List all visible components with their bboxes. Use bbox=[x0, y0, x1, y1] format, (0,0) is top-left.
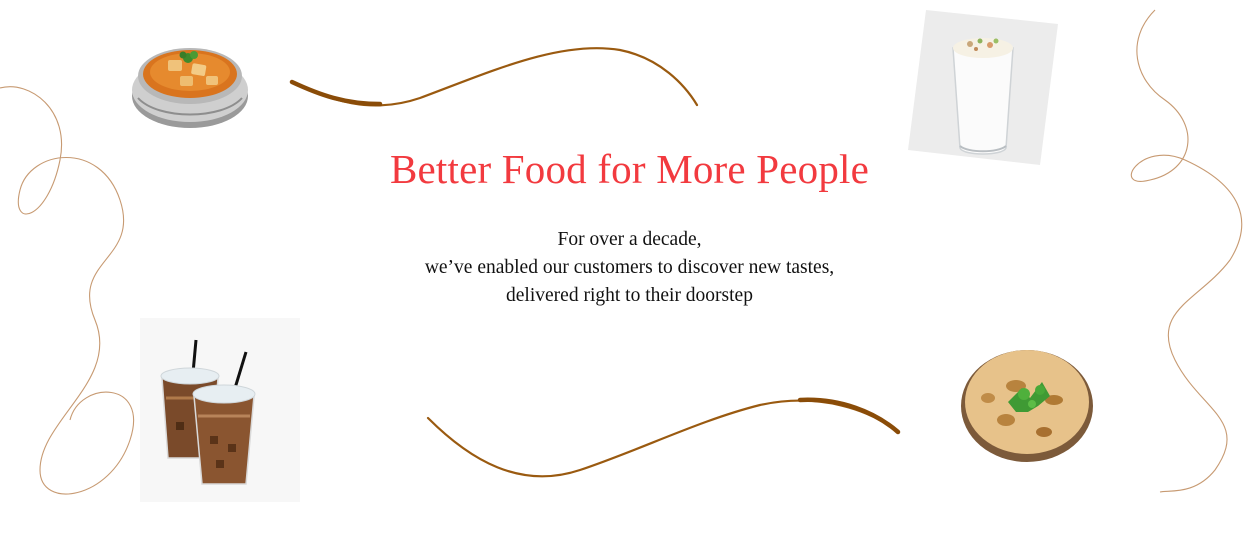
tagline-line-1: For over a decade, bbox=[557, 229, 702, 250]
iced-coffee-cups-image bbox=[140, 318, 300, 502]
hero-tagline: For over a decade, we’ve enabled our cus… bbox=[0, 226, 1259, 310]
paratha-plate-image bbox=[961, 350, 1093, 462]
top-brush-curve bbox=[290, 47, 699, 107]
hero-section: Better Food for More People For over a d… bbox=[0, 0, 1259, 556]
lassi-glass-image bbox=[908, 10, 1058, 165]
paneer-curry-bowl-image bbox=[132, 48, 248, 128]
tagline-line-3: delivered right to their doorstep bbox=[506, 285, 753, 306]
bottom-brush-curve bbox=[426, 399, 900, 478]
tagline-line-2: we’ve enabled our customers to discover … bbox=[424, 257, 835, 278]
hero-headline: Better Food for More People bbox=[389, 146, 870, 192]
